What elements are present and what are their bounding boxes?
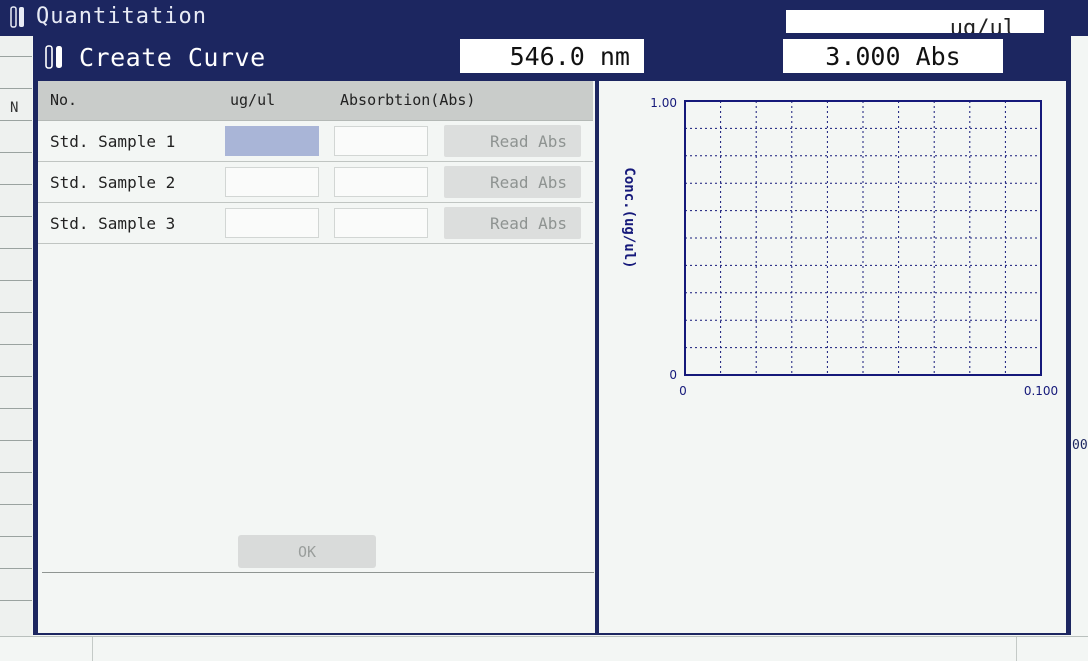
background-row-divider	[0, 600, 32, 601]
dialog-title: Create Curve	[79, 43, 266, 72]
y-axis-label: Conc.(ug/ul)	[621, 167, 637, 268]
background-window-titlebar: Quantitation ug/ul	[0, 0, 1088, 36]
abs-input-1[interactable]	[334, 126, 428, 156]
background-row-divider	[0, 280, 32, 281]
standards-panel: No. ug/ul Absorbtion(Abs) Std. Sample 1 …	[38, 81, 595, 633]
test-tube-icon	[10, 6, 24, 28]
background-row-divider	[0, 536, 32, 537]
conc-input-1[interactable]	[225, 126, 319, 156]
x-tick-label-min: 0	[679, 384, 687, 398]
y-tick-label-max: 1.00	[650, 96, 677, 110]
wavelength-display: 546.0 nm	[460, 39, 644, 73]
table-row: Std. Sample 2 Read Abs	[38, 162, 593, 203]
abs-input-2[interactable]	[334, 167, 428, 197]
background-status-bar	[0, 636, 1088, 661]
x-tick-label-max: 0.100	[1024, 384, 1058, 398]
background-row-divider	[0, 120, 32, 121]
curve-chart-panel: 1.00000.100Absorbtion(Abs)Conc.(ug/ul)	[599, 81, 1066, 633]
read-abs-button-2[interactable]: Read Abs	[444, 166, 581, 198]
background-left-strip: N	[0, 36, 32, 636]
ok-button[interactable]: OK	[238, 535, 376, 568]
background-row-divider	[0, 504, 32, 505]
table-row: Std. Sample 3 Read Abs	[38, 203, 593, 244]
row-label: Std. Sample 2	[50, 173, 176, 192]
abs-input-3[interactable]	[334, 208, 428, 238]
background-row-divider	[0, 56, 32, 57]
background-unit-box: ug/ul	[786, 10, 1044, 34]
conc-input-3[interactable]	[225, 208, 319, 238]
header-no: No.	[50, 91, 78, 109]
background-row-divider	[0, 88, 32, 89]
header-conc: ug/ul	[230, 91, 276, 109]
background-row-divider	[0, 216, 32, 217]
divider	[42, 572, 594, 573]
background-column-letter: N	[10, 100, 19, 116]
background-unit-label: ug/ul	[949, 16, 1016, 34]
y-tick-label-min: 0	[669, 368, 677, 382]
background-row-divider	[0, 248, 32, 249]
table-header: No. ug/ul Absorbtion(Abs)	[38, 81, 593, 121]
row-label: Std. Sample 1	[50, 132, 176, 151]
background-window-title: Quantitation	[36, 4, 207, 29]
conc-input-2[interactable]	[225, 167, 319, 197]
row-label: Std. Sample 3	[50, 214, 176, 233]
absorbance-display: 3.000 Abs	[783, 39, 1003, 73]
background-row-divider	[0, 408, 32, 409]
background-right-strip	[1072, 36, 1088, 636]
background-row-divider	[0, 344, 32, 345]
background-row-divider	[0, 440, 32, 441]
background-row-divider	[0, 184, 32, 185]
read-abs-button-1[interactable]: Read Abs	[444, 125, 581, 157]
create-curve-dialog: Create Curve 546.0 nm 3.000 Abs No. ug/u…	[33, 33, 1071, 635]
background-row-divider	[0, 376, 32, 377]
read-abs-button-3[interactable]: Read Abs	[444, 207, 581, 239]
header-absorbtion: Absorbtion(Abs)	[340, 91, 476, 109]
calibration-curve-chart: 1.00000.100Absorbtion(Abs)Conc.(ug/ul)	[621, 96, 1058, 398]
background-row-divider	[0, 472, 32, 473]
background-row-divider	[0, 152, 32, 153]
background-row-divider	[0, 312, 32, 313]
table-row: Std. Sample 1 Read Abs	[38, 121, 593, 162]
background-row-divider	[0, 568, 32, 569]
background-side-fragment: 00	[1072, 438, 1088, 453]
test-tube-icon	[45, 45, 62, 69]
